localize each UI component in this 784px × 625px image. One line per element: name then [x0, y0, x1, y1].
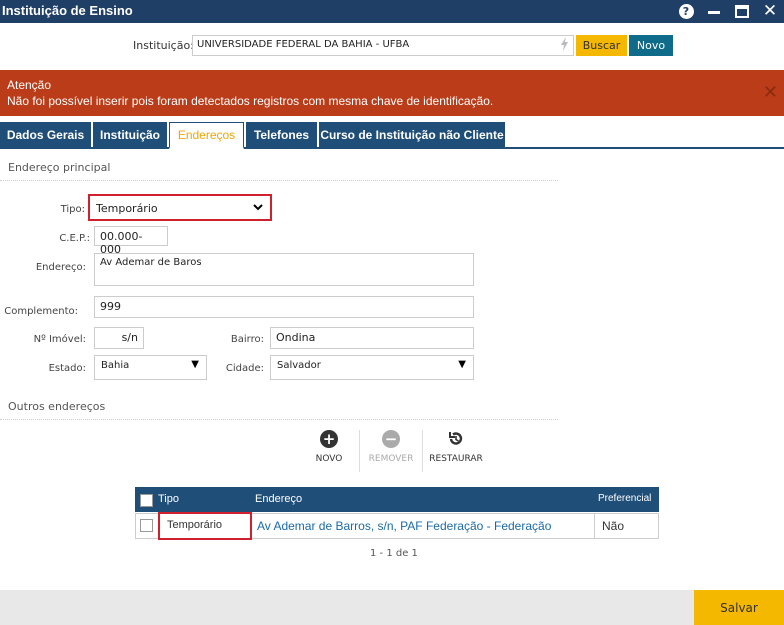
toolbar-separator: [359, 430, 360, 472]
title-bar: Instituição de Ensino ? ✕: [0, 0, 784, 23]
maximize-icon: [735, 5, 749, 18]
tab-enderecos[interactable]: Endereços: [169, 122, 244, 149]
tipo-select[interactable]: Temporário: [88, 194, 272, 221]
minimize-button[interactable]: [704, 2, 724, 21]
addresses-table-header: Tipo Endereço Preferencial: [135, 487, 659, 512]
tab-bar: Dados Gerais Instituição Endereços Telef…: [0, 122, 784, 149]
cidade-label: Cidade:: [225, 363, 264, 374]
remover-toolbar-button[interactable]: − REMOVER: [367, 430, 415, 464]
restore-icon: [447, 430, 465, 448]
tipo-label: Tipo:: [60, 204, 85, 215]
minus-circle-icon: −: [382, 430, 400, 448]
row-checkbox[interactable]: [140, 519, 153, 532]
search-button[interactable]: Buscar: [576, 35, 627, 56]
restaurar-toolbar-label: RESTAURAR: [429, 454, 483, 464]
tab-instituicao[interactable]: Instituição: [93, 122, 167, 148]
close-window-button[interactable]: ✕: [760, 2, 780, 21]
help-button[interactable]: ?: [676, 2, 696, 21]
header-endereco[interactable]: Endereço: [255, 493, 302, 505]
bolt-icon[interactable]: [560, 37, 569, 55]
footer-bar: [0, 590, 784, 625]
plus-circle-icon: +: [320, 430, 338, 448]
alert-close-icon[interactable]: ✕: [763, 82, 778, 103]
toolbar-separator: [422, 430, 423, 472]
imovel-input[interactable]: s/n: [94, 327, 144, 349]
endereco-label: Endereço:: [35, 262, 86, 273]
table-row[interactable]: Temporário Av Ademar de Barros, s/n, PAF…: [135, 512, 659, 540]
section-divider: [0, 180, 558, 181]
row-preferencial-cell: Não: [594, 514, 624, 538]
restaurar-toolbar-button[interactable]: RESTAURAR: [428, 430, 484, 464]
cep-input[interactable]: 00.000-000: [94, 226, 168, 256]
save-button[interactable]: Salvar: [694, 590, 784, 625]
complemento-input[interactable]: 999: [94, 296, 474, 318]
remover-toolbar-label: REMOVER: [368, 454, 414, 464]
tab-telefones[interactable]: Telefones: [246, 122, 317, 148]
header-preferencial[interactable]: Preferencial: [598, 493, 651, 504]
window-title: Instituição de Ensino: [2, 3, 133, 18]
novo-toolbar-button[interactable]: + NOVO: [310, 430, 348, 464]
minimize-icon: [708, 11, 720, 14]
pagination-info: 1 - 1 de 1: [370, 548, 418, 559]
row-tipo-cell: Temporário: [158, 512, 252, 540]
select-all-checkbox[interactable]: [140, 494, 153, 507]
cidade-select-value: Salvador: [277, 360, 321, 371]
estado-select[interactable]: Bahia ▼: [94, 355, 207, 380]
other-addresses-section-title: Outros endereços: [8, 400, 106, 413]
institution-label: Instituição:: [133, 39, 194, 52]
new-institution-button[interactable]: Novo: [629, 35, 673, 56]
imovel-label: Nº Imóvel:: [33, 334, 86, 345]
estado-select-value: Bahia: [101, 360, 130, 371]
main-address-section-title: Endereço principal: [8, 161, 111, 174]
cidade-select[interactable]: Salvador ▼: [270, 355, 474, 380]
close-icon: ✕: [762, 1, 778, 21]
bairro-label: Bairro:: [230, 334, 264, 345]
endereco-input[interactable]: Av Ademar de Baros: [94, 253, 474, 286]
estado-label: Estado:: [48, 363, 86, 374]
chevron-down-icon: [253, 200, 263, 217]
complemento-label: Complemento:: [4, 306, 78, 317]
maximize-button[interactable]: [732, 2, 752, 21]
section-divider: [0, 419, 558, 420]
alert-banner: Atenção Não foi possível inserir pois fo…: [0, 70, 784, 116]
help-icon: ?: [678, 4, 694, 19]
alert-message: Não foi possível inserir pois foram dete…: [7, 94, 494, 108]
institution-input[interactable]: UNIVERSIDADE FEDERAL DA BAHIA - UFBA: [192, 35, 574, 56]
header-tipo[interactable]: Tipo: [158, 493, 179, 505]
cep-label: C.E.P.:: [59, 233, 90, 244]
row-endereco-link[interactable]: Av Ademar de Barros, s/n, PAF Federação …: [257, 519, 551, 533]
tipo-select-value: Temporário: [96, 202, 158, 215]
tab-curso-instituicao[interactable]: Curso de Instituição não Cliente: [319, 122, 505, 148]
caret-down-icon: ▼: [191, 359, 199, 370]
alert-title: Atenção: [7, 78, 52, 92]
novo-toolbar-label: NOVO: [315, 454, 343, 464]
bairro-input[interactable]: Ondina: [270, 327, 474, 349]
caret-down-icon: ▼: [458, 359, 466, 370]
tab-dados-gerais[interactable]: Dados Gerais: [0, 122, 91, 148]
